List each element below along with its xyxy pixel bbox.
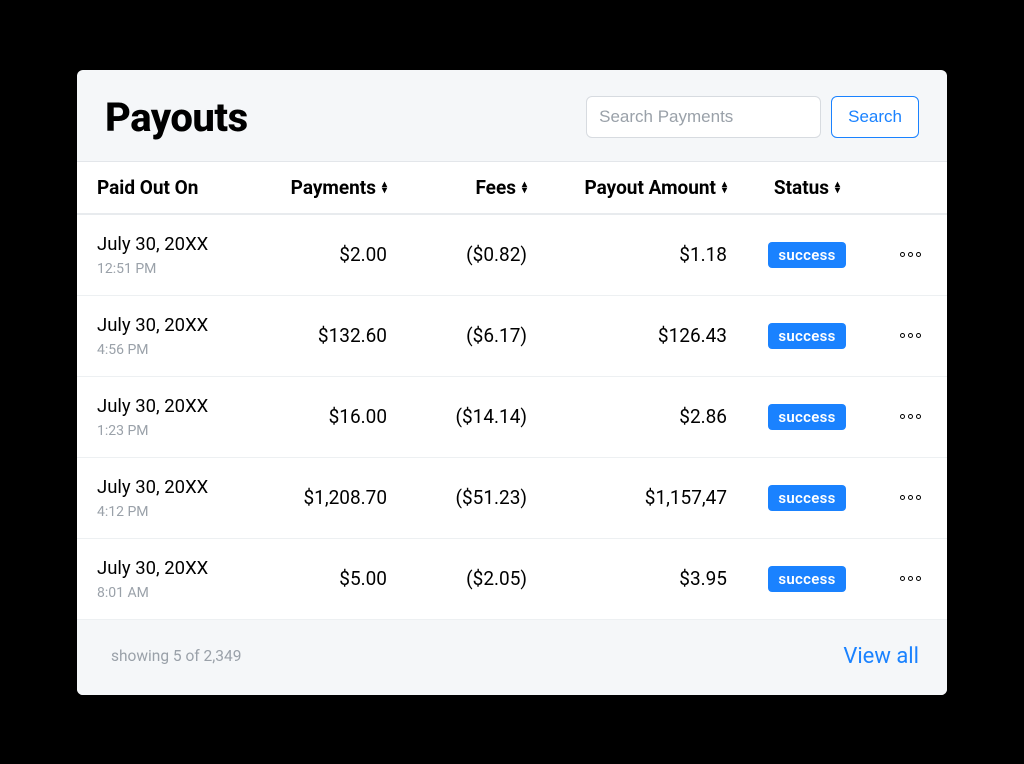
status-badge: success <box>768 485 845 511</box>
cell-payments: $5.00 <box>257 567 387 590</box>
cell-fees: ($2.05) <box>387 567 527 590</box>
cell-payments: $132.60 <box>257 324 387 347</box>
table-row: July 30, 20XX 12:51 PM $2.00 ($0.82) $1.… <box>77 215 947 296</box>
cell-amount: $2.86 <box>527 405 727 428</box>
cell-actions <box>877 246 927 263</box>
page-title: Payouts <box>105 94 248 141</box>
cell-actions <box>877 489 927 506</box>
date-text: July 30, 20XX <box>97 476 257 498</box>
more-icon[interactable] <box>894 570 927 587</box>
cell-actions <box>877 408 927 425</box>
date-text: July 30, 20XX <box>97 314 257 336</box>
time-text: 4:56 PM <box>97 342 257 358</box>
status-badge: success <box>768 323 845 349</box>
status-badge: success <box>768 242 845 268</box>
payouts-table: Paid Out On Payments Fees Payout Amount … <box>77 161 947 620</box>
cell-status: success <box>737 242 877 268</box>
cell-amount: $1,157,47 <box>527 486 727 509</box>
payouts-panel: Payouts Search Paid Out On Payments Fees… <box>77 70 947 695</box>
date-text: July 30, 20XX <box>97 395 257 417</box>
time-text: 12:51 PM <box>97 261 257 277</box>
cell-date: July 30, 20XX 4:12 PM <box>97 476 257 520</box>
table-footer: showing 5 of 2,349 View all <box>77 620 947 695</box>
panel-header: Payouts Search <box>77 70 947 161</box>
time-text: 4:12 PM <box>97 504 257 520</box>
col-header-label: Paid Out On <box>97 176 198 199</box>
col-header-paid-out-on[interactable]: Paid Out On <box>97 176 257 199</box>
cell-amount: $1.18 <box>527 243 727 266</box>
cell-fees: ($6.17) <box>387 324 527 347</box>
table-row: July 30, 20XX 1:23 PM $16.00 ($14.14) $2… <box>77 377 947 458</box>
cell-date: July 30, 20XX 8:01 AM <box>97 557 257 601</box>
col-header-status[interactable]: Status <box>737 176 877 199</box>
cell-amount: $3.95 <box>527 567 727 590</box>
status-badge: success <box>768 404 845 430</box>
more-icon[interactable] <box>894 408 927 425</box>
table-header-row: Paid Out On Payments Fees Payout Amount … <box>77 162 947 215</box>
date-text: July 30, 20XX <box>97 233 257 255</box>
cell-actions <box>877 570 927 587</box>
col-header-label: Payout Amount <box>584 176 715 199</box>
cell-status: success <box>737 404 877 430</box>
sort-icon <box>835 182 840 193</box>
status-badge: success <box>768 566 845 592</box>
cell-status: success <box>737 485 877 511</box>
col-header-payments[interactable]: Payments <box>257 176 387 199</box>
cell-status: success <box>737 323 877 349</box>
table-row: July 30, 20XX 4:56 PM $132.60 ($6.17) $1… <box>77 296 947 377</box>
time-text: 8:01 AM <box>97 585 257 601</box>
date-text: July 30, 20XX <box>97 557 257 579</box>
view-all-link[interactable]: View all <box>843 644 919 669</box>
search-group: Search <box>586 96 919 138</box>
sort-icon <box>722 182 727 193</box>
cell-actions <box>877 327 927 344</box>
cell-fees: ($51.23) <box>387 486 527 509</box>
cell-fees: ($0.82) <box>387 243 527 266</box>
more-icon[interactable] <box>894 489 927 506</box>
more-icon[interactable] <box>894 327 927 344</box>
cell-date: July 30, 20XX 4:56 PM <box>97 314 257 358</box>
col-header-label: Payments <box>291 176 376 199</box>
col-header-label: Fees <box>475 176 516 199</box>
cell-date: July 30, 20XX 12:51 PM <box>97 233 257 277</box>
cell-date: July 30, 20XX 1:23 PM <box>97 395 257 439</box>
cell-payments: $2.00 <box>257 243 387 266</box>
more-icon[interactable] <box>894 246 927 263</box>
search-button[interactable]: Search <box>831 96 919 138</box>
cell-fees: ($14.14) <box>387 405 527 428</box>
cell-amount: $126.43 <box>527 324 727 347</box>
cell-status: success <box>737 566 877 592</box>
cell-payments: $1,208.70 <box>257 486 387 509</box>
time-text: 1:23 PM <box>97 423 257 439</box>
cell-payments: $16.00 <box>257 405 387 428</box>
col-header-payout-amount[interactable]: Payout Amount <box>527 176 727 199</box>
search-input[interactable] <box>586 96 821 138</box>
table-row: July 30, 20XX 4:12 PM $1,208.70 ($51.23)… <box>77 458 947 539</box>
table-row: July 30, 20XX 8:01 AM $5.00 ($2.05) $3.9… <box>77 539 947 620</box>
showing-count: showing 5 of 2,349 <box>111 647 241 665</box>
col-header-label: Status <box>774 176 829 199</box>
col-header-fees[interactable]: Fees <box>387 176 527 199</box>
